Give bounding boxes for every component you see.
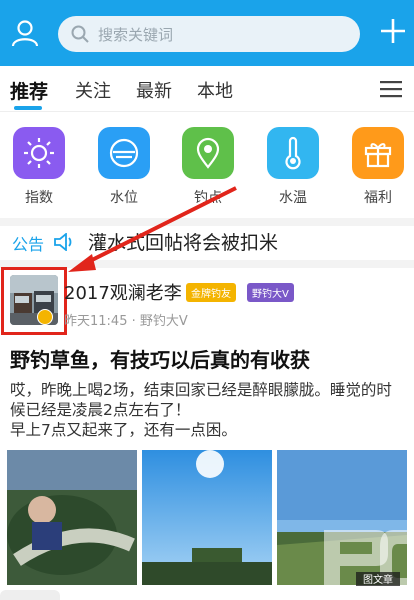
tab-following[interactable]: 关注 (75, 77, 111, 103)
search-bar[interactable]: 搜索关键词 (58, 16, 360, 52)
sun-icon (13, 127, 65, 179)
location-pin-icon (182, 127, 234, 179)
post-author-name[interactable]: 2017观澜老李 (64, 279, 182, 305)
speaker-icon (54, 233, 72, 251)
post-title[interactable]: 野钓草鱼，有技巧以后真的有收获 (10, 344, 310, 373)
feed-tabs: 推荐 关注 最新 本地 (0, 66, 414, 112)
search-placeholder: 搜索关键词 (98, 26, 174, 44)
search-icon (71, 25, 89, 43)
notice-bar[interactable]: 公告 灌水式回帖将会被扣米 (0, 226, 414, 258)
water-level-icon (98, 127, 150, 179)
top-bar: 搜索关键词 (0, 0, 414, 66)
menu-icon[interactable] (380, 80, 402, 98)
shortcut-label: 福利 (364, 190, 392, 206)
shortcut-label: 水温 (279, 190, 307, 206)
notice-text: 灌水式回帖将会被扣米 (88, 232, 279, 254)
shortcut-water-temp[interactable]: 水温 (265, 127, 321, 211)
post-body: 哎，昨晚上喝2场，结束回家已经是醉眼朦胧。睡觉的时候已经是凌晨2点左右了！ 早上… (10, 381, 392, 439)
tab-local[interactable]: 本地 (197, 77, 233, 103)
active-tab-indicator (14, 106, 42, 110)
gold-angler-badge: 金牌钓友 (186, 283, 236, 302)
bottom-tab-hint (0, 590, 60, 600)
shortcut-label: 水位 (110, 190, 138, 206)
watermark-text: PHPCMS.CN (340, 590, 399, 600)
shortcut-label: 钓点 (194, 190, 222, 206)
tab-latest[interactable]: 最新 (136, 77, 172, 103)
shortcut-index[interactable]: 指数 (11, 127, 67, 211)
post-photo[interactable] (7, 450, 137, 585)
shortcut-water-level[interactable]: 水位 (96, 127, 152, 211)
tab-recommend[interactable]: 推荐 (10, 77, 48, 104)
post-photo[interactable] (277, 450, 407, 585)
wild-fishing-v-badge: 野钓大V (247, 283, 294, 302)
user-profile-icon[interactable] (10, 18, 40, 48)
gift-icon (352, 127, 404, 179)
thermometer-icon (267, 127, 319, 179)
post-meta: 昨天11:45 · 野钓大V (64, 314, 188, 329)
section-divider (0, 218, 414, 226)
add-post-icon[interactable] (378, 16, 408, 46)
post-photo[interactable] (142, 450, 272, 585)
highlight-box (1, 267, 67, 335)
shortcut-label: 指数 (25, 190, 53, 206)
shortcut-fishing-spot[interactable]: 钓点 (180, 127, 236, 211)
shortcut-welfare[interactable]: 福利 (350, 127, 406, 211)
notice-label: 公告 (12, 235, 45, 254)
